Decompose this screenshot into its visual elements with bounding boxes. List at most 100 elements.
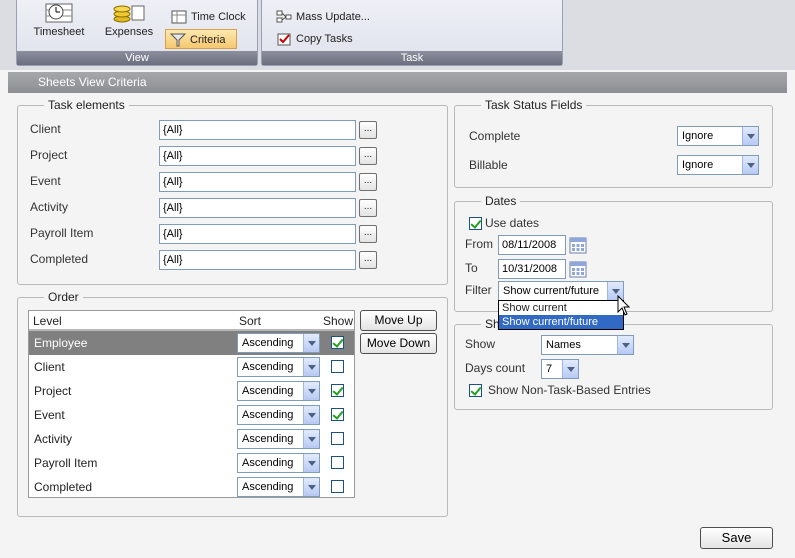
order-grid: Level Sort Show Employee Ascending Client A… xyxy=(28,310,355,498)
ribbon-group-task: Mass Update... Copy Tasks Task xyxy=(261,0,563,66)
sort-select[interactable]: Ascending xyxy=(237,381,320,401)
chevron-down-icon[interactable] xyxy=(742,127,758,145)
show-checkbox[interactable] xyxy=(331,456,344,469)
expenses-label: Expenses xyxy=(104,26,154,38)
table-row[interactable]: Client Ascending xyxy=(29,355,354,379)
show-label: Show xyxy=(465,337,496,351)
sort-select-value: Ascending xyxy=(242,433,294,445)
save-button[interactable]: Save xyxy=(700,527,773,549)
expenses-button[interactable]: Expenses xyxy=(101,2,157,38)
filter-label: Filter xyxy=(465,283,492,297)
ribbon-group-caption: Task xyxy=(262,51,562,65)
client-label: Client xyxy=(30,122,61,136)
level-cell: Project xyxy=(34,384,72,398)
calendar-icon[interactable] xyxy=(569,236,587,254)
to-date-input[interactable]: 10/31/2008 xyxy=(498,259,566,279)
complete-select[interactable]: Ignore xyxy=(677,126,759,146)
filter-dropdown-list: Show current Show current/future xyxy=(498,300,624,330)
payroll-item-browse-button[interactable]: ... xyxy=(359,225,377,243)
show-column-header: Show xyxy=(323,314,354,328)
client-input[interactable]: {All} xyxy=(159,120,356,140)
billable-select[interactable]: Ignore xyxy=(677,155,759,175)
client-browse-button[interactable]: ... xyxy=(359,121,377,139)
sort-select-value: Ascending xyxy=(242,337,294,349)
show-checkbox[interactable] xyxy=(331,408,344,421)
chevron-down-icon[interactable] xyxy=(303,382,319,400)
table-row[interactable]: Completed Ascending xyxy=(29,475,354,499)
chevron-down-icon[interactable] xyxy=(303,358,319,376)
criteria-button[interactable]: Criteria xyxy=(165,29,237,49)
show-checkbox[interactable] xyxy=(331,384,344,397)
chevron-down-icon[interactable] xyxy=(742,156,758,174)
filter-option-current-future[interactable]: Show current/future xyxy=(499,315,623,329)
sort-select[interactable]: Ascending xyxy=(237,477,320,497)
ribbon-group-caption: View xyxy=(17,51,257,65)
show-checkbox[interactable] xyxy=(331,480,344,493)
filter-select[interactable]: Show current/future xyxy=(498,281,624,301)
from-date-input[interactable]: 08/11/2008 xyxy=(498,235,566,255)
task-status-legend: Task Status Fields xyxy=(485,98,583,112)
show-select[interactable]: Names xyxy=(541,335,634,355)
chevron-down-icon[interactable] xyxy=(303,454,319,472)
table-row[interactable]: Project Ascending xyxy=(29,379,354,403)
move-up-button[interactable]: Move Up xyxy=(360,310,437,331)
timesheet-button[interactable]: Timesheet xyxy=(31,2,87,38)
filter-option-current[interactable]: Show current xyxy=(499,301,623,315)
order-grid-header: Level Sort Show xyxy=(29,311,354,331)
copy-tasks-icon xyxy=(277,33,291,46)
mass-update-button[interactable]: Mass Update... xyxy=(272,7,392,27)
chevron-down-icon[interactable] xyxy=(303,406,319,424)
show-checkbox[interactable] xyxy=(331,360,344,373)
mass-update-label: Mass Update... xyxy=(296,11,370,23)
days-count-label: Days count xyxy=(465,361,526,375)
level-cell: Event xyxy=(34,408,65,422)
level-column-header: Level xyxy=(33,314,62,328)
move-down-button[interactable]: Move Down xyxy=(360,333,437,354)
chevron-down-icon[interactable] xyxy=(303,430,319,448)
days-count-select[interactable]: 7 xyxy=(541,359,579,379)
to-label: To xyxy=(465,261,478,275)
sort-select[interactable]: Ascending xyxy=(237,405,320,425)
level-cell: Client xyxy=(34,360,65,374)
event-browse-button[interactable]: ... xyxy=(359,173,377,191)
activity-label: Activity xyxy=(30,200,69,214)
time-clock-icon xyxy=(171,10,187,24)
use-dates-checkbox[interactable] xyxy=(469,217,482,230)
sort-column-header: Sort xyxy=(239,314,262,328)
level-cell: Employee xyxy=(34,336,88,350)
billable-label: Billable xyxy=(469,158,508,172)
table-row[interactable]: Event Ascending xyxy=(29,403,354,427)
project-label: Project xyxy=(30,148,68,162)
show-checkbox[interactable] xyxy=(331,432,344,445)
copy-tasks-label: Copy Tasks xyxy=(296,33,353,45)
sort-select[interactable]: Ascending xyxy=(237,429,320,449)
time-clock-button[interactable]: Time Clock xyxy=(167,7,253,27)
table-row[interactable]: Payroll Item Ascending xyxy=(29,451,354,475)
ribbon-toolbar: Timesheet Expenses Time Clock Criteria V… xyxy=(0,0,795,70)
non-task-entries-checkbox[interactable] xyxy=(469,384,482,397)
level-cell: Payroll Item xyxy=(34,456,98,470)
project-browse-button[interactable]: ... xyxy=(359,147,377,165)
sort-select[interactable]: Ascending xyxy=(237,453,320,473)
use-dates-label: Use dates xyxy=(485,216,540,230)
project-input[interactable]: {All} xyxy=(159,146,356,166)
chevron-down-icon[interactable] xyxy=(562,360,578,378)
chevron-down-icon[interactable] xyxy=(303,334,319,352)
activity-input[interactable]: {All} xyxy=(159,198,356,218)
level-cell: Completed xyxy=(34,480,93,494)
table-row[interactable]: Employee Ascending xyxy=(29,331,354,355)
chevron-down-icon[interactable] xyxy=(303,478,319,496)
completed-browse-button[interactable]: ... xyxy=(359,251,377,269)
sort-select[interactable]: Ascending xyxy=(237,357,320,377)
non-task-entries-label: Show Non-Task-Based Entries xyxy=(488,383,651,397)
table-row[interactable]: Activity Ascending xyxy=(29,427,354,451)
show-checkbox[interactable] xyxy=(331,336,344,349)
sort-select[interactable]: Ascending xyxy=(237,333,320,353)
calendar-icon[interactable] xyxy=(569,260,587,278)
copy-tasks-button[interactable]: Copy Tasks xyxy=(272,29,382,49)
payroll-item-input[interactable]: {All} xyxy=(159,224,356,244)
activity-browse-button[interactable]: ... xyxy=(359,199,377,217)
event-input[interactable]: {All} xyxy=(159,172,356,192)
chevron-down-icon[interactable] xyxy=(617,336,633,354)
completed-input[interactable]: {All} xyxy=(159,250,356,270)
